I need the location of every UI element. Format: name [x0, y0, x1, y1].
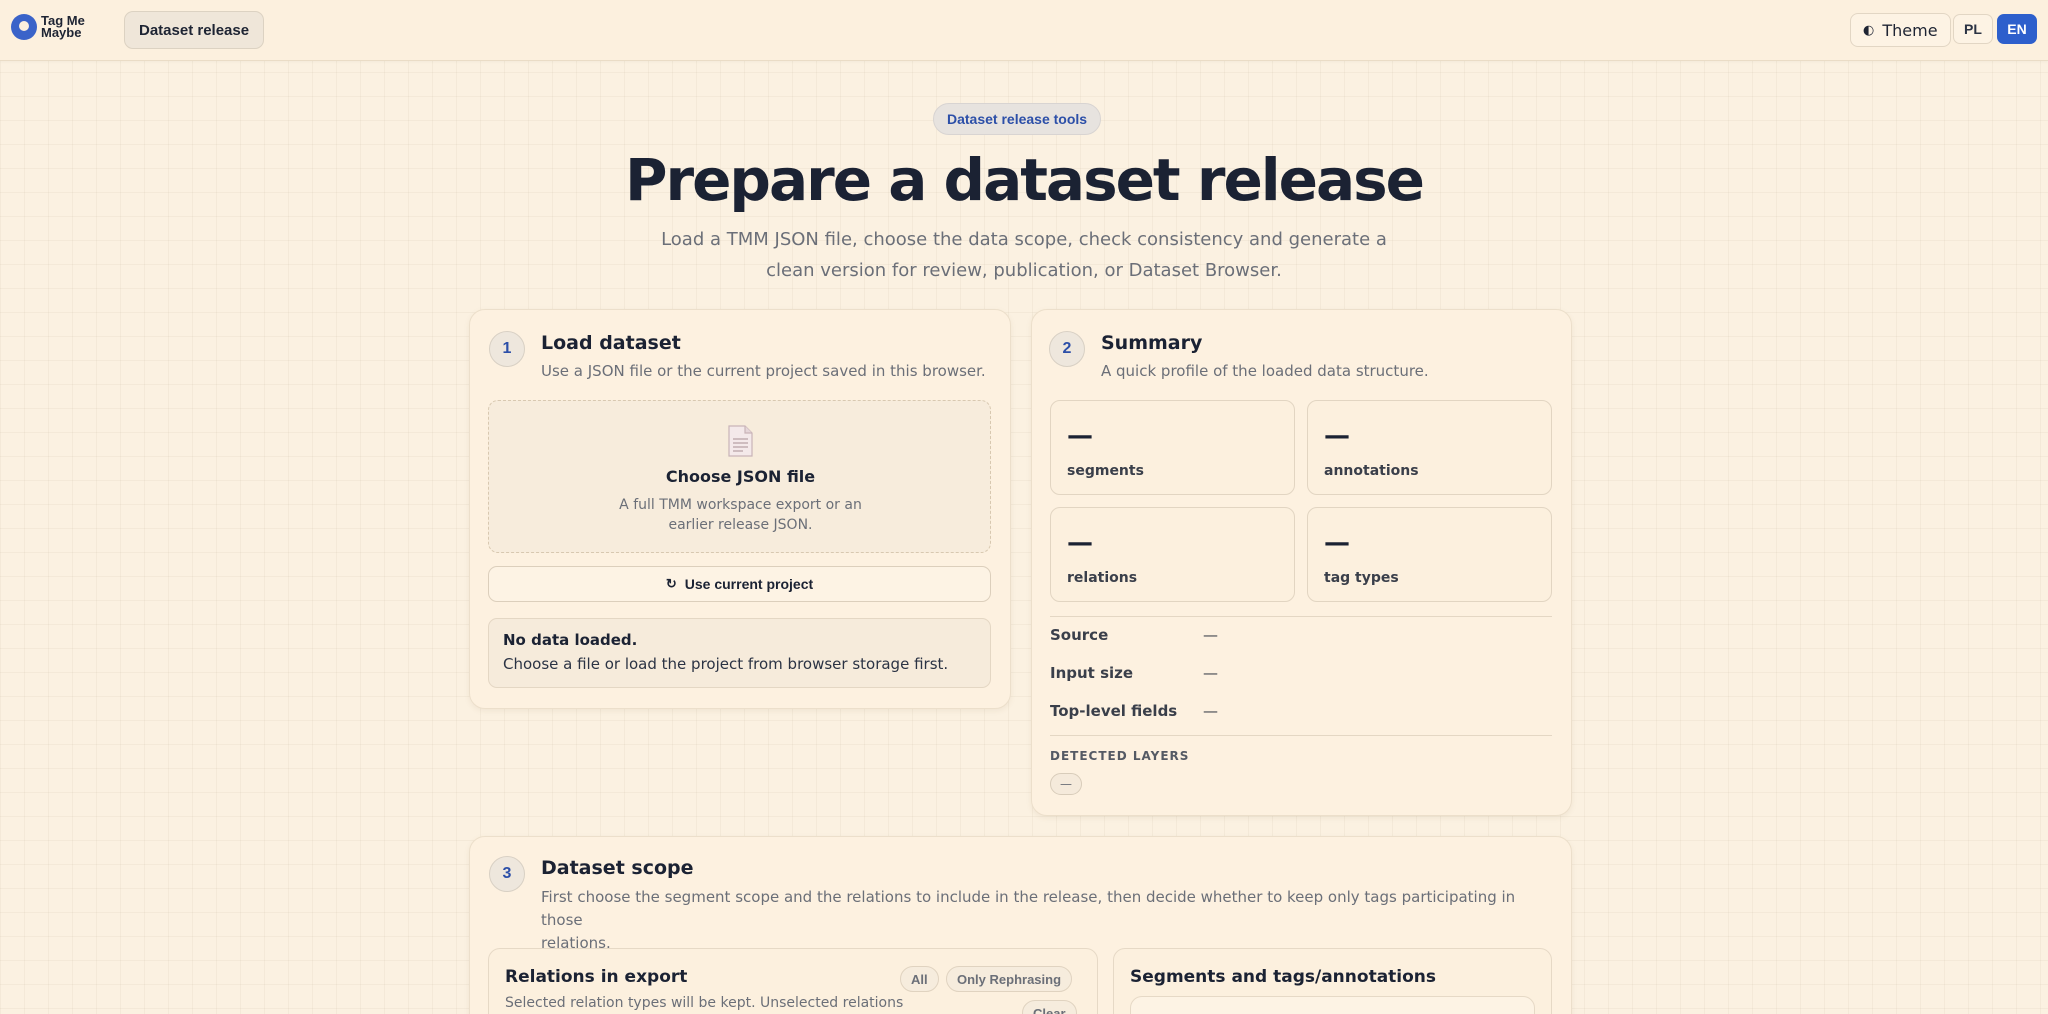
- section-pill: Dataset release tools: [933, 103, 1102, 135]
- field-key-top-level-fields: Top-level fields: [1050, 702, 1178, 720]
- field-key-input-size: Input size: [1050, 664, 1134, 682]
- stat-value: —: [1324, 528, 1350, 558]
- summary-title: Summary: [1101, 332, 1203, 354]
- load-status-box: No data loaded. Choose a file or load th…: [488, 618, 991, 688]
- divider: [1050, 735, 1552, 736]
- stat-segments: — segments: [1050, 400, 1295, 495]
- theme-button[interactable]: ◐ Theme: [1850, 13, 1951, 47]
- json-dropzone[interactable]: Choose JSON file A full TMM workspace ex…: [488, 400, 991, 553]
- dropzone-description: A full TMM workspace export or an earlie…: [619, 497, 862, 533]
- logo-text: Tag Me Maybe: [41, 13, 85, 40]
- load-dataset-subtitle: Use a JSON file or the current project s…: [541, 362, 986, 380]
- clear-relations-button[interactable]: Clear: [1022, 1000, 1077, 1014]
- page-title: Prepare a dataset release: [624, 146, 1425, 214]
- tag-logo-icon: [11, 14, 37, 40]
- dropzone-title: Choose JSON file: [665, 467, 816, 486]
- dataset-scope-subtitle: First choose the segment scope and the r…: [541, 888, 1516, 952]
- detected-layers-label: DETECTED LAYERS: [1050, 749, 1190, 763]
- app-logo[interactable]: Tag Me Maybe: [11, 14, 85, 40]
- use-current-project-label: Use current project: [684, 576, 814, 592]
- detected-layers-chip: —: [1050, 773, 1082, 795]
- lang-en-button[interactable]: EN: [1997, 14, 2037, 44]
- divider: [1050, 616, 1552, 617]
- field-value-top-level-fields: —: [1203, 702, 1218, 720]
- half-circle-icon: ◐: [1863, 22, 1875, 38]
- top-bar: Tag Me Maybe Dataset release ◐ Theme PL …: [0, 0, 2048, 61]
- lang-pl-button[interactable]: PL: [1953, 14, 1993, 44]
- refresh-icon: ↻: [665, 576, 677, 591]
- summary-subtitle: A quick profile of the loaded data struc…: [1101, 362, 1429, 380]
- load-dataset-title: Load dataset: [541, 332, 681, 354]
- stat-value: —: [1324, 421, 1350, 451]
- segments-tags-title: Segments and tags/annotations: [1130, 967, 1437, 987]
- dataset-scope-title: Dataset scope: [541, 857, 694, 879]
- stat-tag-types: — tag types: [1307, 507, 1552, 602]
- field-value-input-size: —: [1203, 664, 1218, 682]
- field-key-source: Source: [1050, 626, 1109, 644]
- document-icon: [728, 425, 753, 457]
- stat-annotations: — annotations: [1307, 400, 1552, 495]
- nav-dataset-release[interactable]: Dataset release: [124, 11, 265, 49]
- stat-label: segments: [1067, 463, 1144, 479]
- only-rephrasing-button[interactable]: Only Rephrasing: [946, 966, 1073, 992]
- step-badge-3: 3: [489, 856, 525, 892]
- status-text: Choose a file or load the project from b…: [503, 655, 949, 673]
- stat-label: relations: [1067, 570, 1138, 586]
- stat-relations: — relations: [1050, 507, 1295, 602]
- field-value-source: —: [1203, 626, 1218, 644]
- page-subtitle: Load a TMM JSON file, choose the data sc…: [661, 229, 1387, 281]
- theme-label: Theme: [1882, 20, 1938, 40]
- step-badge-2: 2: [1049, 331, 1085, 367]
- segments-scope-select[interactable]: [1130, 996, 1535, 1014]
- stat-value: —: [1067, 528, 1093, 558]
- relations-export-subtitle: Selected relation types will be kept. Un…: [505, 995, 904, 1011]
- status-title: No data loaded.: [503, 631, 638, 649]
- select-all-relations-button[interactable]: All: [900, 966, 939, 992]
- step-badge-1: 1: [489, 331, 525, 367]
- stat-label: annotations: [1324, 463, 1419, 479]
- relations-export-title: Relations in export: [505, 967, 688, 987]
- use-current-project-button[interactable]: ↻ Use current project: [488, 566, 991, 602]
- stat-value: —: [1067, 421, 1093, 451]
- stat-label: tag types: [1324, 570, 1399, 586]
